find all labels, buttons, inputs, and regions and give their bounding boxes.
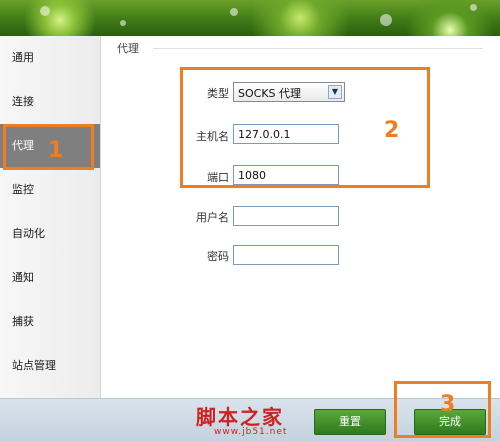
sidebar-item-monitor[interactable]: 监控 [0,168,100,212]
annotation-number-2: 2 [384,118,400,143]
sidebar-item-site-manager[interactable]: 站点管理 [0,344,100,388]
annotation-number-3: 3 [440,392,456,417]
water-drop [40,6,50,16]
water-drop [380,14,392,26]
sidebar-item-notify[interactable]: 通知 [0,256,100,300]
reset-button[interactable]: 重置 [314,409,386,435]
username-input[interactable] [233,206,339,226]
watermark-title: 脚本之家 [196,405,284,429]
password-input[interactable] [233,245,339,265]
watermark-url: www.jb51.net [214,427,288,437]
leaf-banner [0,0,500,36]
sidebar: 通用 连接 代理 监控 自动化 通知 捕获 站点管理 [0,36,101,440]
water-drop [470,4,477,11]
section-title: 代理 [117,42,139,55]
water-drop [120,20,126,26]
password-label: 密码 [207,250,229,263]
section-divider [153,48,483,49]
annotation-number-1: 1 [48,138,64,163]
sidebar-item-automation[interactable]: 自动化 [0,212,100,256]
water-drop [230,8,238,16]
sidebar-item-connection[interactable]: 连接 [0,80,100,124]
username-label: 用户名 [196,211,229,224]
settings-window: 通用 连接 代理 监控 自动化 通知 捕获 站点管理 代理 类型 SOCKS 代… [0,36,500,441]
sidebar-item-general[interactable]: 通用 [0,36,100,80]
sidebar-item-capture[interactable]: 捕获 [0,300,100,344]
